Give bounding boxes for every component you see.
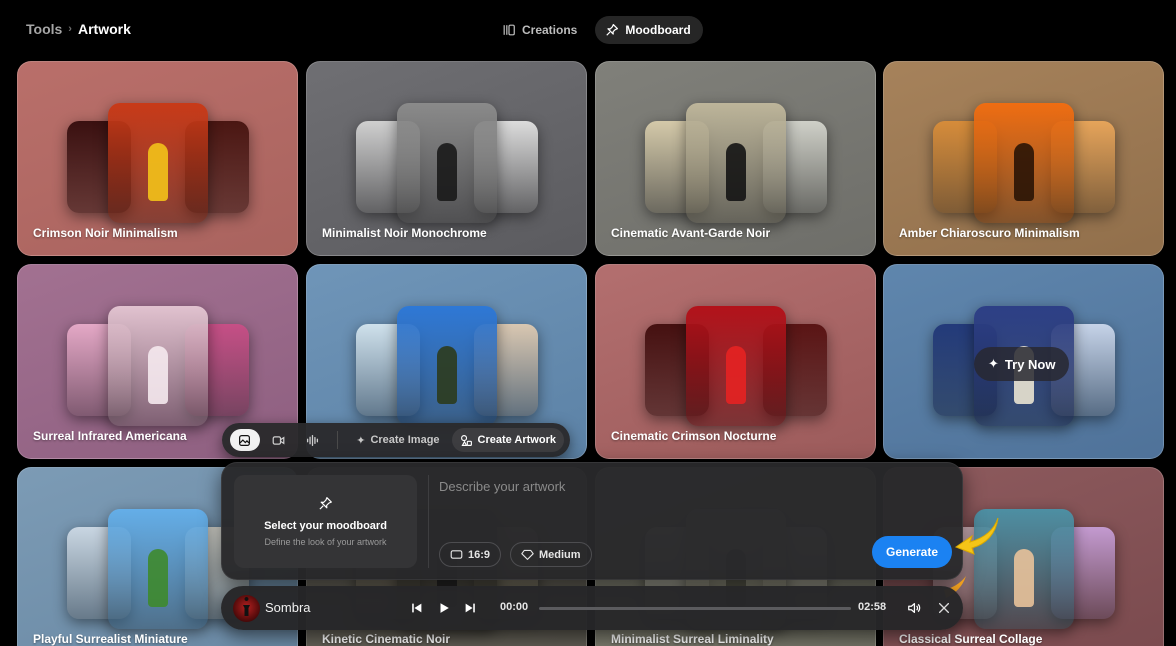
breadcrumb: Tools › Artwork (26, 21, 131, 37)
moodboard-card[interactable]: Cinematic Crimson Nocturne (595, 264, 876, 459)
try-now-button[interactable]: ✦ Try Now (974, 347, 1070, 381)
create-image-button[interactable]: ✦ Create Image (348, 428, 447, 452)
quality-value: Medium (539, 548, 581, 561)
quality-chip[interactable]: Medium (510, 542, 592, 567)
sparkle-icon: ✦ (988, 356, 999, 371)
breadcrumb-tools-link[interactable]: Tools (26, 21, 62, 37)
tab-creations-label: Creations (522, 23, 578, 37)
aspect-ratio-icon (450, 550, 463, 559)
volume-button[interactable] (905, 599, 923, 617)
card-title: Crimson Noir Minimalism (33, 226, 178, 240)
thumbnail-main (107, 103, 208, 223)
library-icon (503, 24, 515, 36)
thumbnail-subject (1013, 143, 1034, 201)
moodboard-card[interactable]: Minimalist Noir Monochrome (306, 61, 587, 256)
thumbnail-main (685, 103, 786, 223)
pin-icon (606, 23, 619, 36)
moodboard-card[interactable]: ✦ Try Now (883, 264, 1164, 459)
skip-back-icon (412, 603, 422, 613)
moodboard-card[interactable]: Crimson Noir Minimalism (17, 61, 298, 256)
tab-creations[interactable]: Creations (492, 16, 589, 44)
mode-toolbar: ✦ Create Image Create Artwork (222, 423, 570, 457)
moodboard-subtitle: Define the look of your artwork (264, 537, 387, 547)
card-title: Classical Surreal Collage (899, 632, 1043, 646)
moodboard-card[interactable]: Cinematic Avant-Garde Noir (595, 61, 876, 256)
top-bar: Tools › Artwork Creations Moodboard (0, 0, 1176, 60)
track-title: Sombra (265, 600, 311, 615)
thumbnail-subject (725, 143, 746, 201)
aspect-ratio-value: 16:9 (468, 548, 491, 561)
create-image-label: Create Image (370, 434, 440, 446)
thumbnail-main (107, 509, 208, 629)
pointer-arrow-icon (954, 517, 999, 555)
current-time: 00:00 (500, 601, 529, 613)
moodboard-card[interactable]: Amber Chiaroscuro Minimalism (883, 61, 1164, 256)
thumbnail-subject (147, 143, 168, 201)
video-mode-button[interactable] (264, 429, 294, 451)
thumbnail-subject (1013, 549, 1034, 607)
audio-mode-button[interactable] (298, 429, 328, 451)
tab-moodboard[interactable]: Moodboard (595, 16, 703, 44)
aspect-ratio-chip[interactable]: 16:9 (439, 542, 502, 567)
try-now-label: Try Now (1004, 356, 1056, 372)
card-title: Cinematic Crimson Nocturne (611, 429, 777, 443)
play-icon (440, 603, 449, 613)
sparkle-icon: ✦ (356, 434, 366, 447)
moodboard-title: Select your moodboard (264, 520, 387, 532)
artwork-composer: Select your moodboard Define the look of… (221, 462, 963, 580)
prompt-input[interactable] (439, 475, 859, 497)
card-title: Minimalist Surreal Liminality (611, 632, 774, 646)
artwork-shapes-icon (460, 434, 472, 446)
next-track-button[interactable] (461, 599, 479, 617)
thumbnail-main (685, 306, 786, 426)
mode-divider (337, 431, 339, 449)
chevron-right-icon: › (68, 23, 72, 35)
thumbnail-subject (147, 549, 168, 607)
volume-icon (908, 603, 921, 613)
thumbnail-main (396, 103, 497, 223)
thumbnail-subject (436, 143, 457, 201)
card-title: Surreal Infrared Americana (33, 429, 187, 443)
thumbnail-subject (725, 346, 746, 404)
generate-button[interactable]: Generate (872, 536, 952, 568)
play-button[interactable] (435, 599, 453, 617)
create-artwork-button[interactable]: Create Artwork (451, 428, 564, 452)
audio-player: Sombra 00:00 02:58 (221, 586, 963, 630)
create-artwork-label: Create Artwork (477, 434, 556, 446)
image-mode-button[interactable] (230, 429, 260, 451)
card-title: Cinematic Avant-Garde Noir (611, 226, 771, 240)
composer-divider (428, 475, 429, 568)
close-icon (938, 602, 950, 614)
tab-moodboard-label: Moodboard (625, 23, 691, 37)
thumbnail-main (107, 306, 208, 426)
duration: 02:58 (858, 601, 887, 613)
thumbnail-subject (147, 346, 168, 404)
breadcrumb-current: Artwork (77, 21, 131, 37)
card-title: Kinetic Cinematic Noir (322, 632, 451, 646)
video-icon (272, 435, 285, 445)
moodboard-selector[interactable]: Select your moodboard Define the look of… (234, 475, 417, 568)
pin-icon (319, 497, 332, 510)
thumbnail-subject (436, 346, 457, 404)
progress-slider[interactable] (539, 607, 851, 610)
diamond-icon (521, 549, 534, 560)
figure-silhouette-icon (243, 597, 250, 616)
skip-forward-icon (465, 603, 475, 613)
previous-track-button[interactable] (408, 599, 426, 617)
thumbnail-main (396, 306, 497, 426)
waveform-icon (306, 434, 319, 446)
close-player-button[interactable] (935, 599, 953, 617)
track-artwork (233, 595, 260, 622)
card-title: Playful Surrealist Miniature (33, 632, 188, 646)
view-tabs: Creations Moodboard (492, 16, 703, 44)
thumbnail-main (973, 103, 1074, 223)
image-icon (239, 434, 251, 446)
card-title: Minimalist Noir Monochrome (322, 226, 487, 240)
card-title: Amber Chiaroscuro Minimalism (899, 226, 1080, 240)
